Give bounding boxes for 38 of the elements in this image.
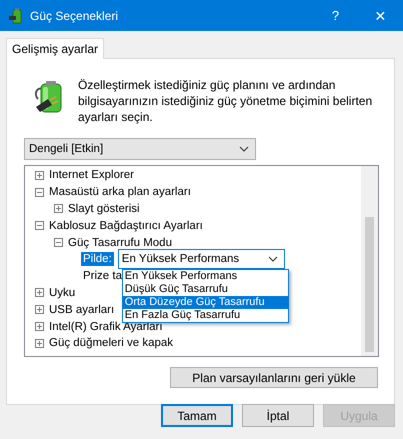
- tab[interactable]: Gelişmiş ayarlar: [6, 38, 104, 59]
- battery-plug-icon: [8, 8, 24, 24]
- help-button[interactable]: ?: [313, 0, 358, 31]
- restore-defaults-button[interactable]: Plan varsayılanlarını geri yükle: [170, 367, 378, 388]
- tree-item[interactable]: Masaüstü arka plan ayarları: [49, 186, 191, 198]
- setting-label[interactable]: Pilde:: [81, 252, 114, 266]
- expand-icon[interactable]: [54, 204, 63, 214]
- tree-item[interactable]: Internet Explorer: [49, 169, 134, 182]
- expand-icon[interactable]: [35, 288, 44, 298]
- close-button[interactable]: ✕: [358, 0, 403, 31]
- expand-icon[interactable]: [35, 322, 44, 332]
- dropdown-option[interactable]: En Yüksek Performans: [122, 270, 288, 284]
- dropdown-option[interactable]: Düşük Güç Tasarrufu: [122, 283, 288, 296]
- collapse-icon[interactable]: [54, 238, 63, 248]
- dropdown-option[interactable]: En Fazla Güç Tasarrufu: [122, 309, 288, 322]
- tree-item[interactable]: Kablosuz Bağdaştırıcı Ayarları: [49, 220, 203, 232]
- expand-icon[interactable]: [35, 305, 44, 314]
- dropdown-option[interactable]: Orta Düzeyde Güç Tasarrufu: [122, 296, 288, 310]
- scrollbar[interactable]: [361, 166, 378, 356]
- chevron-down-icon: [239, 146, 249, 152]
- collapse-icon[interactable]: [35, 188, 44, 197]
- tree-item[interactable]: Intel(R) Grafik Ayarları: [49, 320, 163, 333]
- setting-label[interactable]: Prize ta: [81, 269, 124, 284]
- description-text: Özelleştirmek istediğiniz güç planını ve ardından bilgisayarınızın istediğiniz güç yönetme biçimini belirten ayarları seçin.: [78, 77, 374, 125]
- dialog-button[interactable]: Tamam: [161, 404, 233, 427]
- expand-icon[interactable]: [35, 170, 44, 180]
- window-title: Güç Seçenekleri: [30, 8, 120, 22]
- tree-item[interactable]: Güç Tasarrufu Modu: [68, 236, 172, 249]
- dialog-button[interactable]: İptal: [242, 404, 314, 427]
- tree-item[interactable]: Güç düğmeleri ve kapak: [49, 337, 174, 350]
- setting-dropdown[interactable]: En Yüksek Performans: [118, 249, 285, 270]
- tree-item[interactable]: Uyku: [49, 286, 76, 299]
- chevron-down-icon: [268, 256, 278, 262]
- tree-item[interactable]: Slayt gösterisi: [68, 202, 140, 215]
- collapse-icon[interactable]: [35, 221, 44, 230]
- tree-item[interactable]: USB ayarları: [49, 304, 114, 316]
- plan-dropdown[interactable]: Dengeli [Etkin]: [24, 138, 256, 160]
- expand-icon[interactable]: [35, 338, 44, 348]
